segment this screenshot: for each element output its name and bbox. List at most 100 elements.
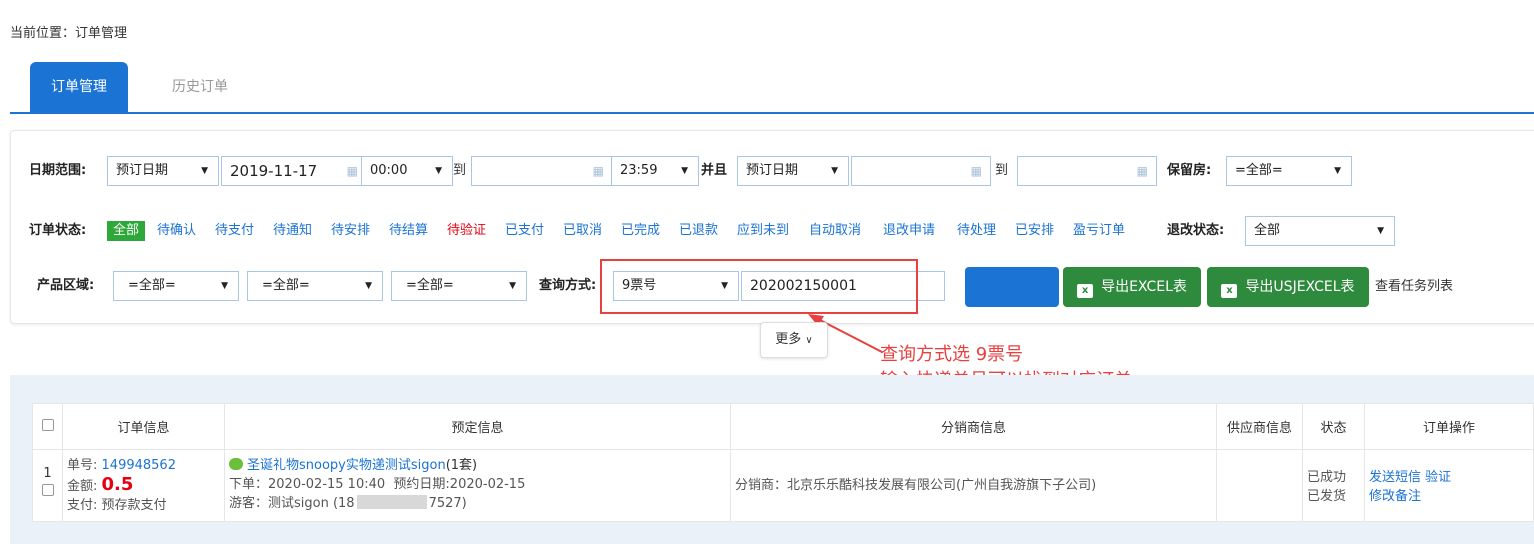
header-order-info: 订单信息 xyxy=(62,403,225,450)
header-status: 状态 xyxy=(1302,403,1365,450)
status-cell: 已成功 已发货 xyxy=(1302,449,1365,522)
status-pending-settle[interactable]: 待结算 xyxy=(389,216,428,246)
refund-status-label: 退改状态: xyxy=(1167,223,1225,238)
status-auto-cancel[interactable]: 自动取消 xyxy=(809,216,861,246)
export-usj-label: 导出USJEXCEL表 xyxy=(1245,279,1355,295)
select-all-checkbox[interactable] xyxy=(41,418,54,431)
region-select-1[interactable]: =全部= ▼ xyxy=(113,271,239,301)
tab-order-management[interactable]: 订单管理 xyxy=(30,62,128,112)
order-time: 下单：2020-02-15 10:40 xyxy=(229,477,386,492)
dropdown-arrow-icon: ▼ xyxy=(681,166,688,176)
status-pending-process[interactable]: 待处理 xyxy=(957,216,996,246)
header-booking-info: 预定信息 xyxy=(224,403,731,450)
dropdown-arrow-icon: ▼ xyxy=(509,281,516,291)
date-range-label: 日期范围: xyxy=(29,163,87,178)
table-row: 1 单号: 149948562 金额: 0.5 支付: 预存款支付 圣诞礼物sn… xyxy=(32,449,1534,522)
refund-status-select[interactable]: 全部 ▼ xyxy=(1245,216,1395,246)
order-no-label: 单号: xyxy=(67,458,98,473)
calendar-icon: ▦ xyxy=(1136,164,1148,178)
date-type-select[interactable]: 预订日期 ▼ xyxy=(107,156,219,186)
calendar-icon: ▦ xyxy=(592,164,604,178)
dropdown-arrow-icon: ▼ xyxy=(435,166,442,176)
pay-value: 预存款支付 xyxy=(101,498,167,513)
more-label: 更多 xyxy=(775,332,802,347)
start-time-select[interactable]: 00:00 ▼ xyxy=(361,156,453,186)
guest-suffix: 7527) xyxy=(428,496,467,511)
order-status-row: 订单状态: 全部 待确认 待支付 待通知 待安排 待结算 待验证 已支付 已取消… xyxy=(11,216,1531,246)
reserved-room-label: 保留房: xyxy=(1167,163,1212,178)
status-change-request[interactable]: 退改申请 xyxy=(883,216,935,246)
excel-icon: x xyxy=(1221,284,1238,298)
send-sms-link[interactable]: 发送短信 xyxy=(1369,470,1421,485)
region-select-2[interactable]: =全部= ▼ xyxy=(247,271,383,301)
dropdown-arrow-icon: ▼ xyxy=(201,166,208,176)
status-paid[interactable]: 已支付 xyxy=(505,216,544,246)
task-list-link[interactable]: 查看任务列表 xyxy=(1375,272,1453,302)
order-no-link[interactable]: 149948562 xyxy=(102,458,176,473)
reserved-room-select[interactable]: =全部= ▼ xyxy=(1226,156,1352,186)
header-operations: 订单操作 xyxy=(1364,403,1534,450)
export-excel-button[interactable]: x 导出EXCEL表 xyxy=(1063,267,1201,307)
reserved-room-value: =全部= xyxy=(1235,163,1283,178)
redacted-block xyxy=(356,495,427,509)
edit-remark-link[interactable]: 修改备注 xyxy=(1369,489,1421,504)
wechat-icon xyxy=(229,458,243,470)
export-excel-label: 导出EXCEL表 xyxy=(1101,279,1187,295)
row-checkbox[interactable] xyxy=(41,484,54,496)
date-range-row: 日期范围: 预订日期 ▼ 2019-11-17 ▦ 00:00 ▼ 到 ▦ 23:59… xyxy=(11,156,1531,186)
row-index: 1 xyxy=(43,466,52,481)
end-time-select[interactable]: 23:59 ▼ xyxy=(611,156,699,186)
chevron-down-icon: ∨ xyxy=(805,335,813,346)
search-order-button[interactable]: 搜索订单 xyxy=(965,267,1059,307)
status-cancelled[interactable]: 已取消 xyxy=(563,216,602,246)
status-pending-verify[interactable]: 待验证 xyxy=(447,216,486,246)
status-profit-loss[interactable]: 盈亏订单 xyxy=(1073,216,1125,246)
status-pending-notify[interactable]: 待通知 xyxy=(273,216,312,246)
annotation-line-1: 查询方式选 9票号 xyxy=(880,344,1024,365)
product-link[interactable]: 圣诞礼物snoopy实物递测试sigon xyxy=(247,458,446,473)
end-date2-input[interactable]: ▦ xyxy=(1017,156,1157,186)
start-time-value: 00:00 xyxy=(370,163,408,178)
order-info-cell: 单号: 149948562 金额: 0.5 支付: 预存款支付 xyxy=(62,449,225,522)
amount-label: 金额: xyxy=(67,479,98,494)
header-select-all[interactable] xyxy=(32,403,63,450)
dropdown-arrow-icon: ▼ xyxy=(1334,166,1341,176)
date-type2-value: 预订日期 xyxy=(746,163,799,178)
status-shipped: 已发货 xyxy=(1307,489,1347,504)
export-usj-excel-button[interactable]: x 导出USJEXCEL表 xyxy=(1207,267,1369,307)
orders-table: 订单信息 预定信息 分销商信息 供应商信息 状态 订单操作 1 单号: 1499… xyxy=(32,403,1534,522)
more-button[interactable]: 更多 ∨ xyxy=(760,322,828,358)
product-qty: (1套) xyxy=(445,458,478,473)
status-no-show[interactable]: 应到未到 xyxy=(737,216,789,246)
guest-prefix: 游客：测试sigon (18 xyxy=(229,496,355,511)
table-header-row: 订单信息 预定信息 分销商信息 供应商信息 状态 订单操作 xyxy=(32,403,1534,450)
status-pending-arrange[interactable]: 待安排 xyxy=(331,216,370,246)
status-arranged[interactable]: 已安排 xyxy=(1015,216,1054,246)
region-select-3[interactable]: =全部= ▼ xyxy=(391,271,527,301)
start-date2-input[interactable]: ▦ xyxy=(851,156,991,186)
dropdown-arrow-icon: ▼ xyxy=(221,281,228,291)
refund-status-value: 全部 xyxy=(1254,223,1281,238)
tab-bar: 订单管理 历史订单 xyxy=(10,62,1534,114)
status-completed[interactable]: 已完成 xyxy=(621,216,660,246)
date-type2-select[interactable]: 预订日期 ▼ xyxy=(737,156,849,186)
start-date-input[interactable]: 2019-11-17 ▦ xyxy=(221,156,367,186)
tab-history-orders[interactable]: 历史订单 xyxy=(150,62,250,112)
region-value-3: =全部= xyxy=(406,278,454,293)
status-refunded[interactable]: 已退款 xyxy=(679,216,718,246)
product-region-label: 产品区域: xyxy=(37,278,95,293)
operations-cell: 发送短信 验证 修改备注 xyxy=(1364,449,1534,522)
verify-link[interactable]: 验证 xyxy=(1425,470,1451,485)
dropdown-arrow-icon: ▼ xyxy=(365,281,372,291)
to2-label: 到 xyxy=(995,163,1009,178)
booking-date: 预约日期:2020-02-15 xyxy=(393,477,526,492)
end-date-input[interactable]: ▦ xyxy=(471,156,613,186)
status-all[interactable]: 全部 xyxy=(107,221,146,241)
booking-info-cell: 圣诞礼物snoopy实物递测试sigon(1套) 下单：2020-02-15 1… xyxy=(224,449,731,522)
and-label: 并且 xyxy=(701,163,728,178)
status-pending-confirm[interactable]: 待确认 xyxy=(157,216,196,246)
dropdown-arrow-icon: ▼ xyxy=(1377,226,1384,236)
status-success: 已成功 xyxy=(1307,470,1347,485)
status-pending-pay[interactable]: 待支付 xyxy=(215,216,254,246)
excel-icon: x xyxy=(1077,284,1094,298)
